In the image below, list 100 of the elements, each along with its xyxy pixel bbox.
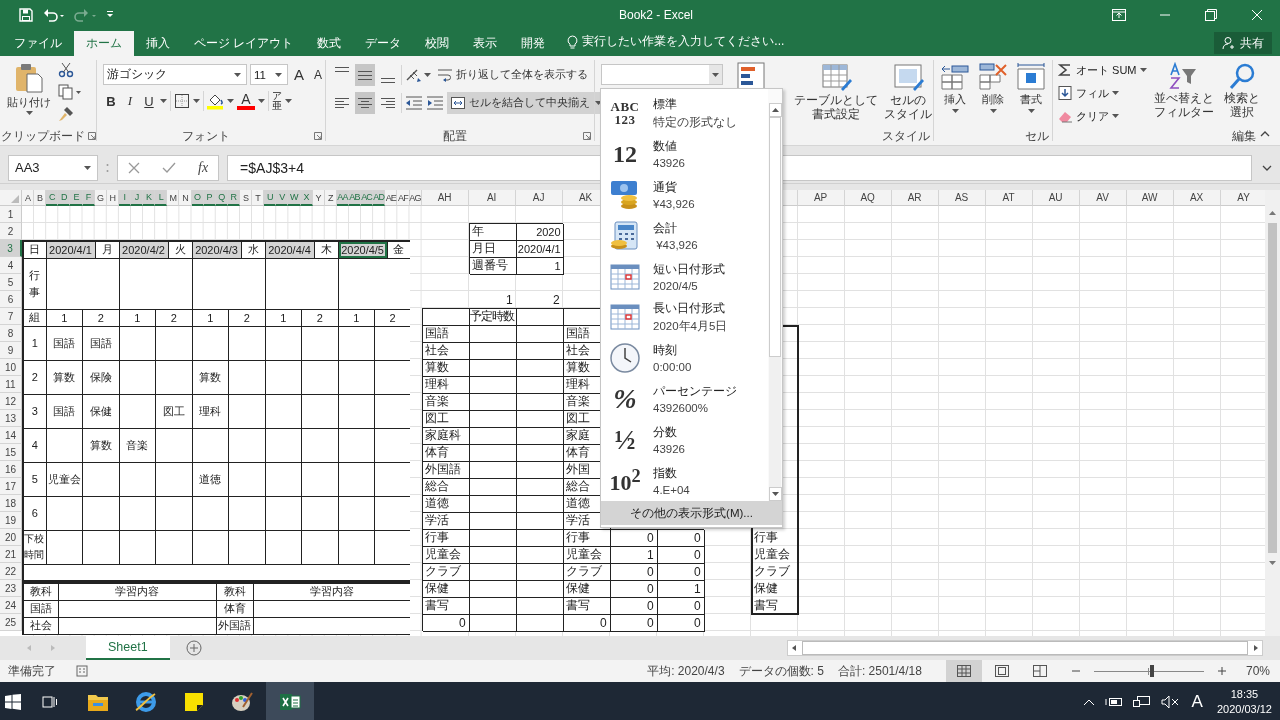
table-cell: 0: [609, 597, 657, 614]
format-sample: 0:00:00: [653, 361, 692, 374]
format-sample: ¥43,926: [653, 198, 695, 210]
table-cell: 年: [468, 223, 516, 240]
table-cell: 理科: [192, 394, 229, 428]
table-cell: 1: [119, 309, 156, 326]
format-glyph-icon: 12: [613, 142, 637, 167]
table-cell: 金: [387, 241, 410, 258]
table-cell: 保健: [82, 394, 119, 428]
table-cell: 理科: [421, 376, 469, 393]
group-label: 編集: [1232, 127, 1256, 145]
table-cell: 図工: [421, 410, 469, 427]
table-header: 教科: [216, 583, 253, 600]
table-cell: 0: [656, 597, 704, 614]
format-name: 標準: [653, 96, 678, 112]
table-cell: 火: [168, 241, 193, 258]
format-name: 長い日付形式: [653, 300, 726, 316]
table-cell: 体育: [216, 600, 253, 617]
format-glyph-icon: 10$^{2}$: [609, 466, 641, 495]
group-label: フォント: [181, 127, 230, 145]
table-cell: 書写: [562, 597, 610, 614]
table-cell: 算数: [421, 359, 469, 376]
table-cell: 0: [609, 529, 657, 546]
table-cell: 児童会: [562, 546, 610, 563]
table-cell: 1: [656, 580, 704, 597]
table-cell: 1: [515, 257, 563, 274]
table-cell: 図工: [155, 394, 193, 428]
format-sample: ¥43,926: [655, 238, 698, 251]
table-cell: 家庭科: [421, 427, 469, 444]
table-cell: 外国語: [421, 461, 469, 478]
table-cell: 4: [23, 428, 46, 462]
table-cell: 0: [421, 614, 469, 631]
format-sample: 43926: [653, 442, 685, 455]
table-cell: クラブ: [421, 563, 469, 580]
table-cell: 保険: [82, 360, 119, 394]
format-sample: 4.E+04: [653, 483, 690, 496]
table-cell: 週番号: [468, 257, 516, 274]
table-cell: 行事: [562, 529, 610, 546]
table-cell-text: 児童会: [752, 546, 791, 563]
table-cell: 1: [23, 326, 46, 360]
format-name: 分数: [653, 424, 678, 440]
table-cell: 0: [609, 563, 657, 580]
table-cell: 国語: [46, 394, 83, 428]
format-name: 通貨: [653, 180, 678, 195]
table-cell: 国語: [23, 600, 58, 617]
table-cell: 算数: [82, 428, 119, 462]
table-cell: 月: [95, 241, 119, 258]
table-cell: 保健: [562, 580, 610, 597]
table-cell: 国語: [46, 326, 83, 360]
table-cell-text: クラブ: [752, 563, 791, 580]
table-cell: 1: [192, 309, 229, 326]
table-cell: 社会: [23, 617, 58, 634]
format-glyph-icon: %: [613, 384, 637, 413]
table-header: 教科: [23, 583, 58, 600]
table-cell-text: 1: [504, 291, 514, 308]
format-name: パーセンテージ: [653, 383, 737, 399]
table-cell: 音楽: [119, 428, 156, 462]
table-cell-text: 行事: [752, 529, 779, 546]
format-glyph-icon: ABC 123: [610, 100, 640, 127]
format-glyph-icon: ½: [614, 425, 636, 454]
table-cell: 道徳: [192, 462, 229, 496]
table-cell: 児童会: [46, 462, 83, 496]
table-cell-text: 書写: [752, 597, 779, 614]
format-sample: 2020/4/5: [653, 279, 699, 292]
table-cell: 学活: [421, 512, 469, 529]
table-cell: 0: [609, 614, 657, 631]
window-title: Book2 - Excel: [618, 8, 695, 22]
table-cell: 国語: [421, 325, 469, 342]
table-cell: 1: [338, 309, 375, 326]
group-label: 配置: [442, 127, 467, 145]
table-cell: 保健: [421, 580, 469, 597]
format-name: 指数: [653, 465, 678, 481]
table-cell: 児童会: [421, 546, 469, 563]
format-sample: 4392600%: [653, 401, 709, 414]
table-cell: 2: [301, 309, 339, 326]
table-cell-text: 2: [551, 291, 561, 308]
table-cell: 0: [656, 529, 704, 546]
table-cell: 5: [23, 462, 46, 496]
average-text: 平均: 2020/4/3: [647, 662, 725, 680]
table-cell: 外国語: [216, 617, 253, 634]
table-cell: 総合: [421, 478, 469, 495]
format-name: 数値: [653, 139, 678, 155]
format-sample: 特定の形式なし: [653, 114, 737, 130]
table-cell: 6: [23, 496, 46, 530]
format-name: 短い日付形式: [653, 261, 725, 277]
table-header: 予定時数: [468, 308, 516, 325]
table-cell: 1: [609, 546, 657, 563]
table-cell: クラブ: [562, 563, 610, 580]
table-header: 学習内容: [253, 583, 410, 600]
table-cell: 1: [46, 309, 83, 326]
table-cell: 2020: [515, 223, 563, 240]
table-cell: 1: [265, 309, 302, 326]
table-cell: 音楽: [421, 393, 469, 410]
table-cell: 木: [314, 241, 339, 258]
table-cell: 2: [23, 360, 46, 394]
table-cell-text: 保健: [752, 580, 779, 597]
table-cell: 0: [609, 580, 657, 597]
table-cell: 算数: [46, 360, 83, 394]
table-cell: 0: [656, 614, 704, 631]
group-label: スタイル: [882, 127, 930, 145]
